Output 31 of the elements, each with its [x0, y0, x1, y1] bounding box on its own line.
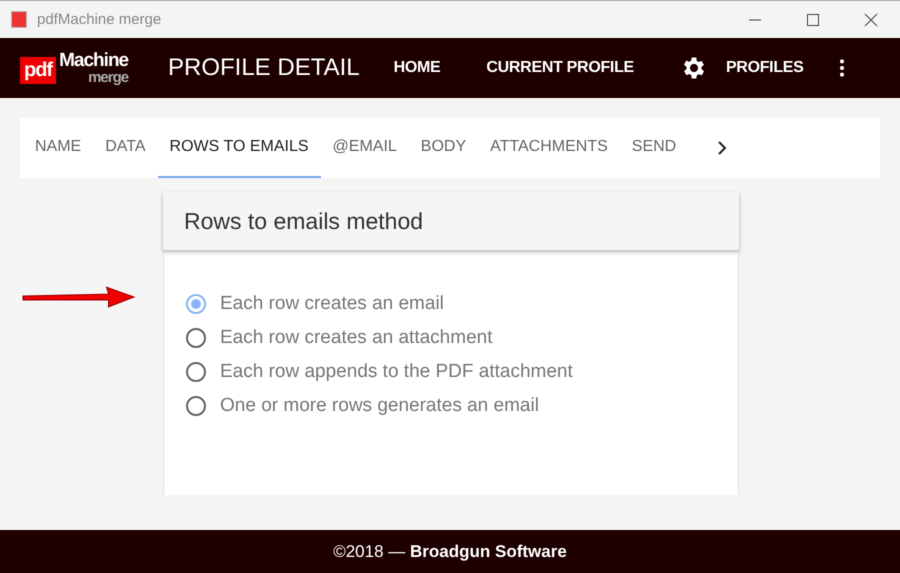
radio-button[interactable] — [186, 396, 206, 416]
close-icon[interactable] — [864, 12, 878, 26]
more-icon[interactable] — [838, 58, 846, 78]
logo-text: merge — [88, 70, 128, 85]
tab[interactable]: NAME — [23, 118, 94, 178]
option-label: One or more rows generates an email — [220, 395, 539, 417]
page-title: PROFILE DETAIL — [168, 54, 360, 82]
chevron-right-icon[interactable] — [716, 140, 728, 156]
copyright-text: ©2018 — Broadgun Software — [333, 542, 567, 562]
window-title: pdfMachine merge — [37, 11, 162, 28]
tab[interactable]: ROWS TO EMAILS — [158, 118, 321, 178]
maximize-icon[interactable] — [806, 12, 820, 26]
nav-link[interactable]: CURRENT PROFILE — [486, 59, 634, 77]
logo-text: Machine — [59, 51, 128, 70]
radio-button[interactable] — [186, 294, 206, 314]
tab[interactable]: BODY — [408, 118, 478, 178]
tab[interactable]: @EMAIL — [320, 118, 409, 178]
option-label: Each row creates an attachment — [220, 327, 492, 349]
option-label: Each row creates an email — [220, 293, 444, 315]
option-label: Each row appends to the PDF attachment — [220, 361, 573, 383]
nav-link[interactable]: HOME — [394, 59, 440, 77]
arrow-icon — [20, 286, 138, 310]
tab[interactable]: DATA — [93, 118, 158, 178]
tab[interactable]: ATTACHMENTS — [478, 118, 620, 178]
nav-link[interactable]: PROFILES — [726, 59, 804, 77]
app-icon — [11, 11, 27, 28]
logo-text: pdf — [20, 57, 56, 84]
radio-button[interactable] — [186, 362, 206, 382]
radio-button[interactable] — [186, 328, 206, 348]
tab[interactable]: SEND — [620, 118, 688, 178]
card-title: Rows to emails method — [184, 208, 424, 234]
